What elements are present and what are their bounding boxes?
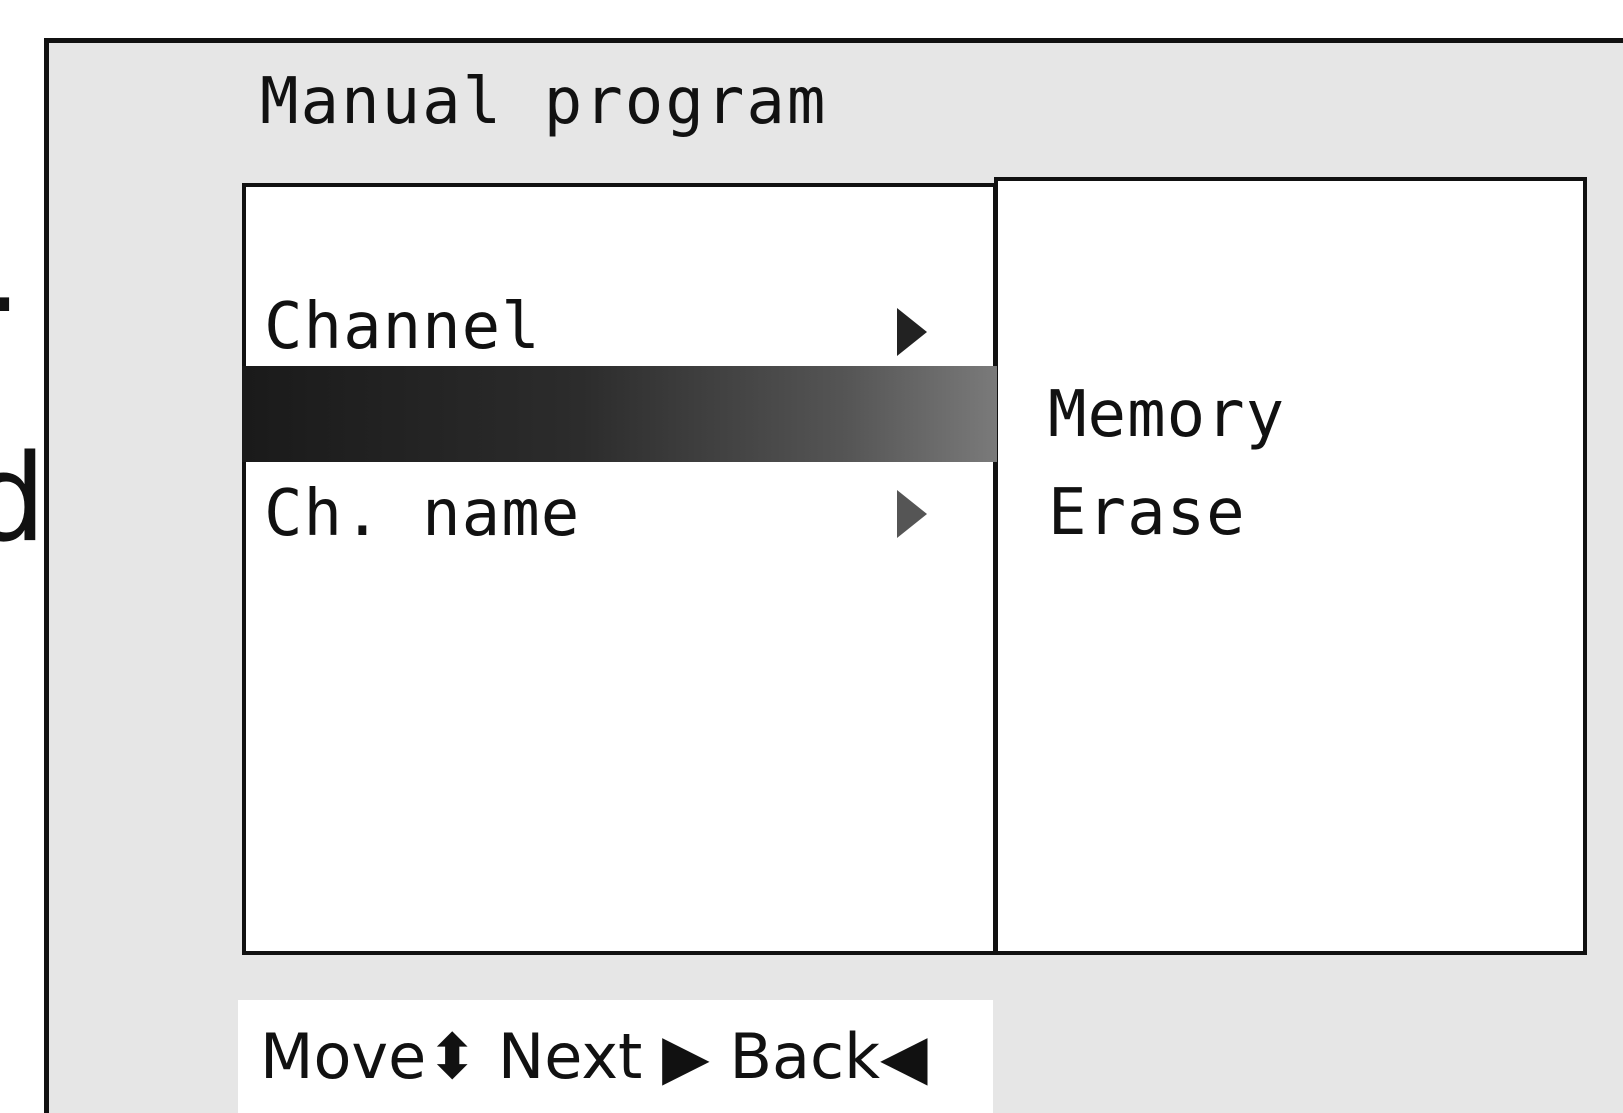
menu-selection-highlight[interactable] (242, 366, 997, 462)
right-arrow-icon (897, 308, 927, 356)
cropped-text-dot: . (0, 218, 21, 328)
menu-item-ch-name[interactable]: Ch. name (264, 477, 580, 551)
submenu-item-erase[interactable]: Erase (1048, 476, 1246, 550)
right-arrow-icon (897, 490, 927, 538)
menu-item-channel[interactable]: Channel (264, 290, 541, 364)
screen-title: Manual program (260, 65, 828, 139)
submenu-item-memory[interactable]: Memory (1048, 378, 1285, 452)
cropped-text-d: d (0, 430, 47, 569)
submenu-panel (994, 177, 1587, 955)
footer-navigation-hint: Move⬍ Next ▶ Back◀ (260, 1020, 928, 1093)
